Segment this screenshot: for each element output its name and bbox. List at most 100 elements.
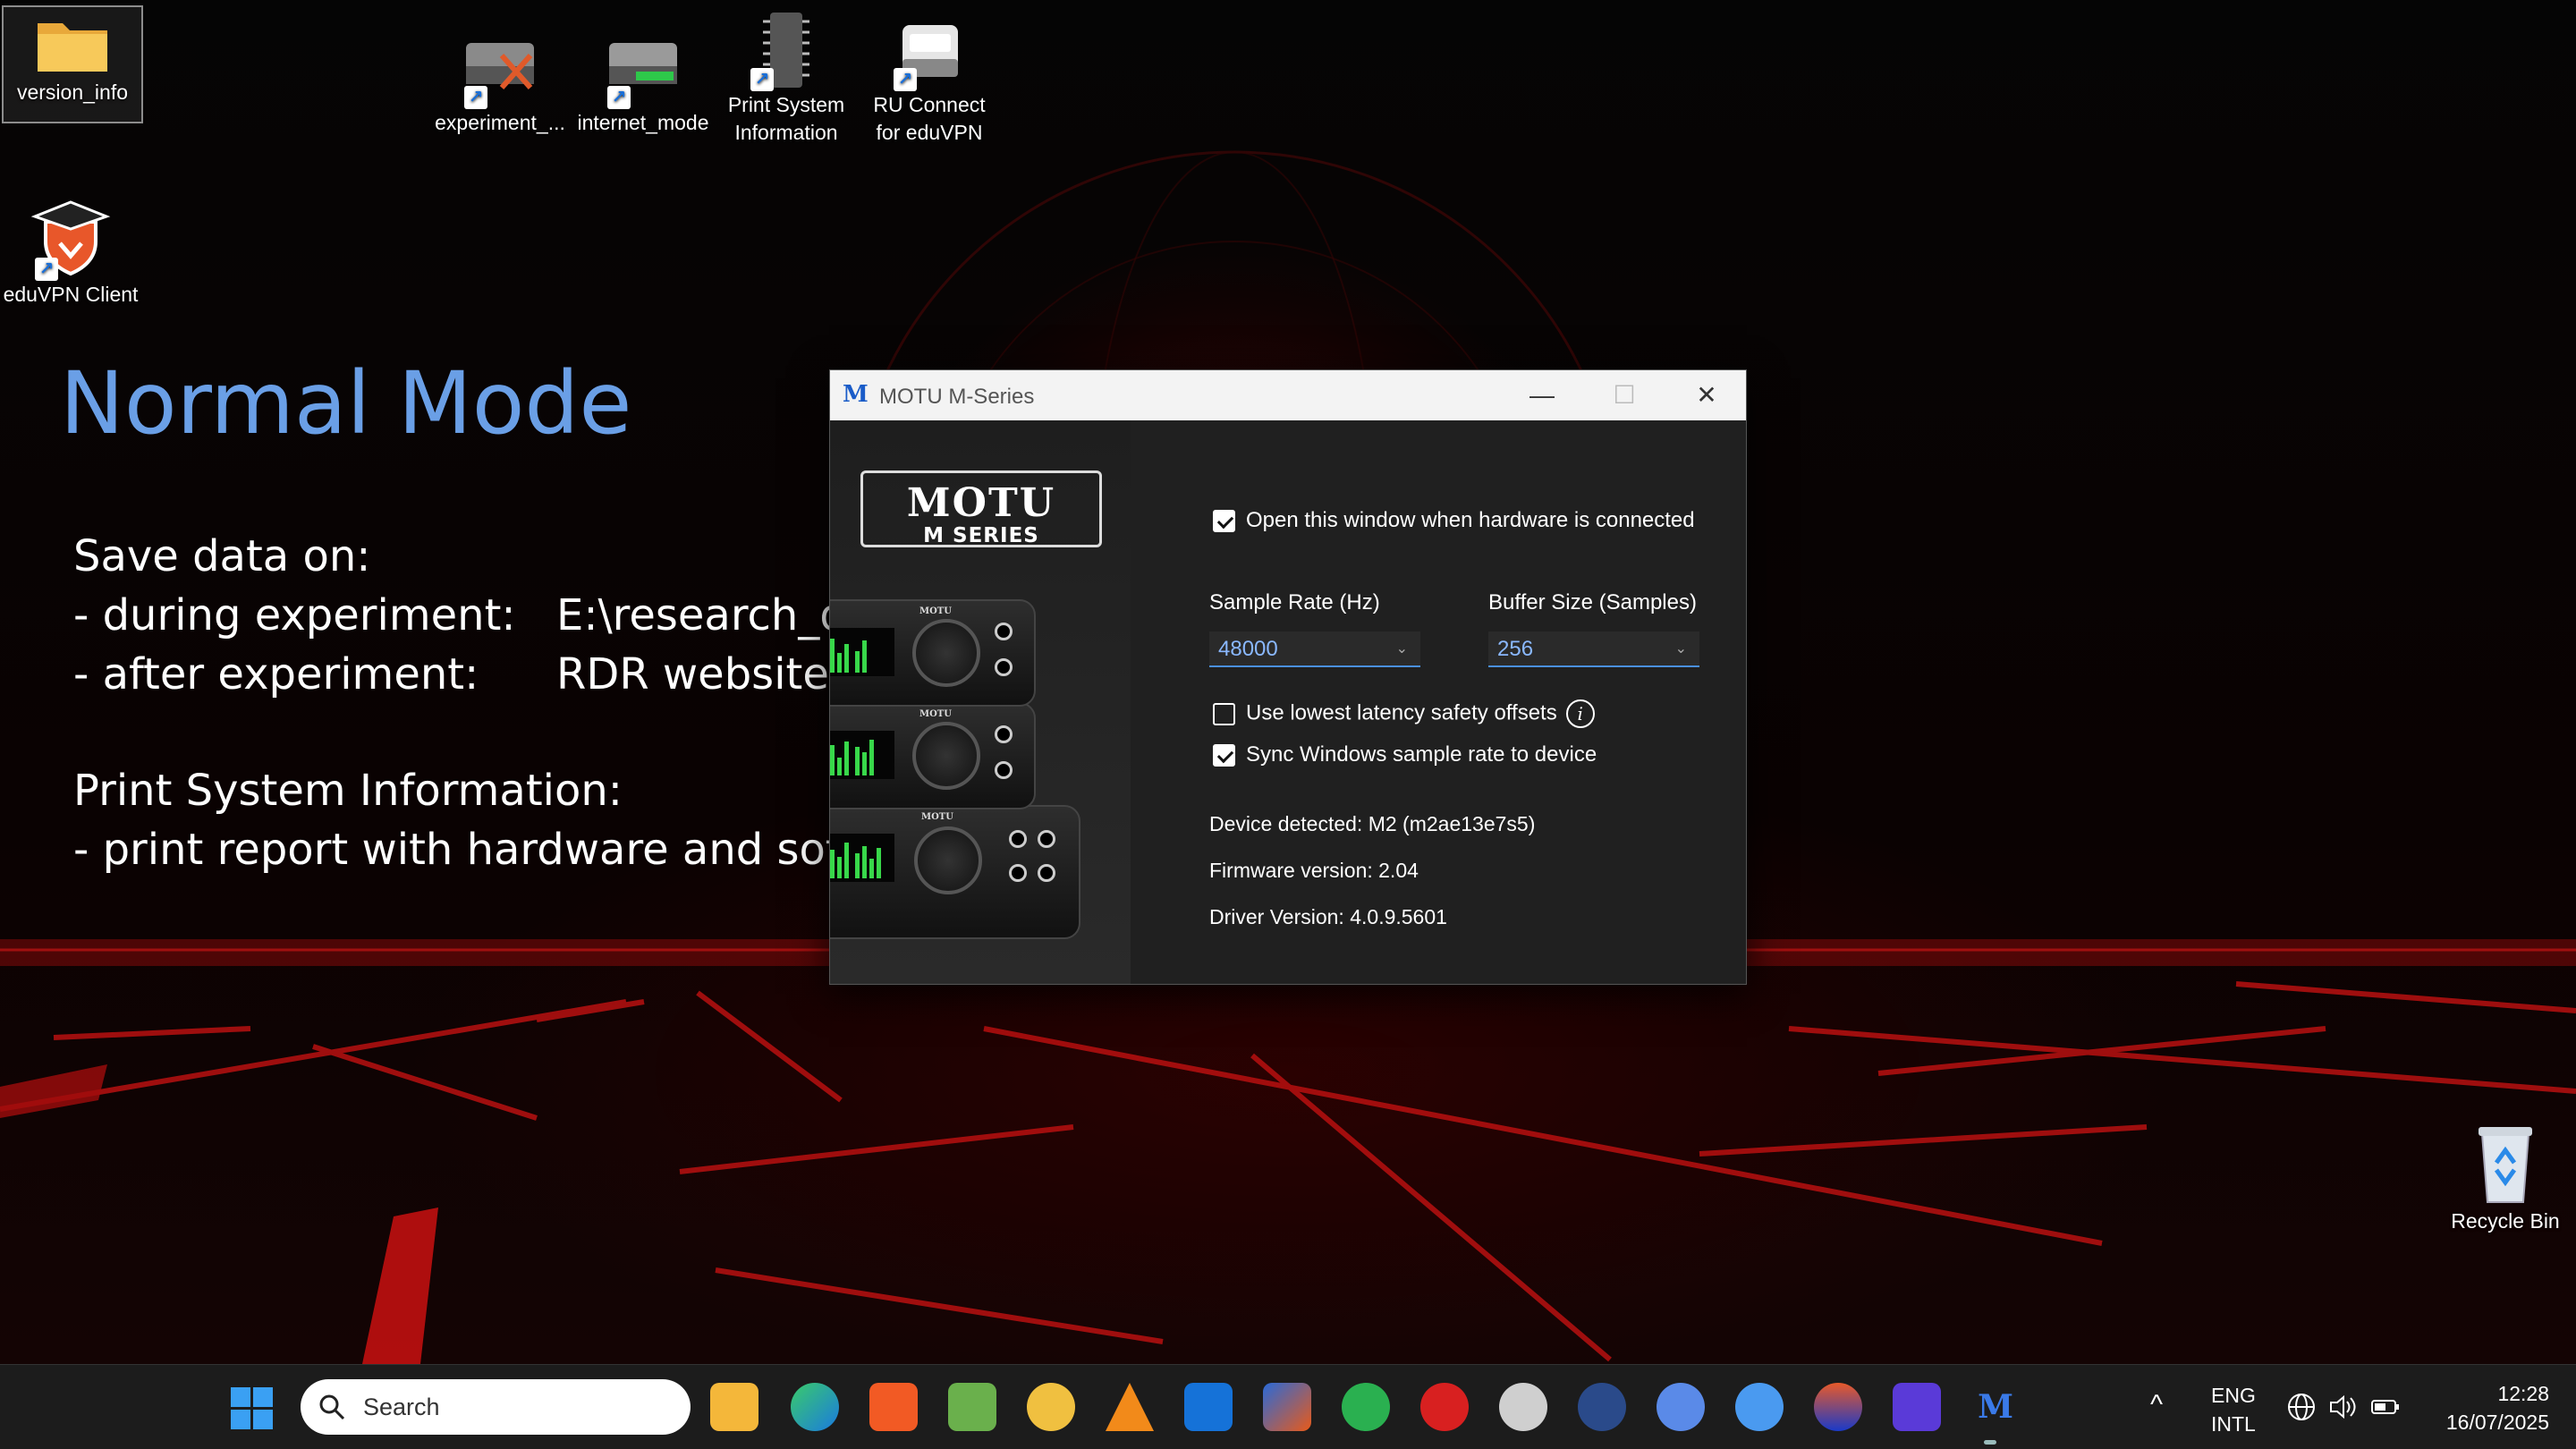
monitor-knob <box>914 826 982 894</box>
taskbar-search[interactable]: Search <box>301 1379 691 1435</box>
info-icon[interactable]: i <box>1565 699 1595 728</box>
eduvpn-shield-icon: ↗ <box>28 199 114 281</box>
windows-logo-icon <box>231 1410 250 1429</box>
audacity-icon[interactable] <box>1499 1383 1547 1431</box>
jack <box>1038 864 1055 882</box>
desktop-icon-eduvpn-client[interactable]: ↗ eduVPN Client <box>0 199 141 309</box>
file-explorer-icon[interactable] <box>710 1383 758 1431</box>
desktop-icon-recycle-bin[interactable]: Recycle Bin <box>2435 1118 2576 1235</box>
level-meters <box>830 834 894 882</box>
vlc-icon[interactable] <box>1106 1383 1154 1431</box>
outlook-icon[interactable] <box>1184 1383 1233 1431</box>
device-image-m4: MOTU <box>830 805 1080 939</box>
system-clock[interactable]: 12:28 16/07/2025 <box>2415 1379 2549 1436</box>
battery-icon[interactable] <box>2370 1392 2401 1422</box>
device-brand: MOTU <box>921 812 953 822</box>
server-disabled-icon: ↗ <box>457 27 543 109</box>
desktop-icon-print-system-information[interactable]: ↗ Print System Information <box>716 9 857 147</box>
python-icon[interactable] <box>1027 1383 1075 1431</box>
lowest-latency-label: Use lowest latency safety offsets <box>1246 700 1557 725</box>
jack <box>995 623 1013 640</box>
buffer-size-select[interactable]: 256 ⌄ <box>1488 631 1699 667</box>
volume-icon[interactable] <box>2327 1392 2358 1422</box>
desktop-icon-version-info[interactable]: version_info <box>2 5 143 123</box>
desktop-icon-label: Print System Information <box>727 93 845 144</box>
clock-time: 12:28 <box>2497 1382 2549 1405</box>
chip-icon: ↗ <box>743 9 829 91</box>
print-heading: Print System Information: <box>73 766 623 816</box>
window-titlebar[interactable]: M MOTU M-Series — ☐ ✕ <box>830 370 1746 420</box>
open-on-connect-checkbox[interactable] <box>1213 510 1235 533</box>
windows-logo-icon <box>253 1410 273 1429</box>
motu-logo: MOTU M SERIES <box>860 470 1102 547</box>
after-experiment-value: RDR website <box>556 649 829 699</box>
close-button[interactable]: ✕ <box>1665 370 1748 420</box>
search-icon <box>319 1394 345 1420</box>
vpn-icon[interactable] <box>1657 1383 1705 1431</box>
video-icon[interactable] <box>1893 1383 1941 1431</box>
jack <box>1009 830 1027 848</box>
lowest-latency-row[interactable]: Use lowest latency safety offsets i <box>1213 699 1595 728</box>
acrobat-icon[interactable] <box>1420 1383 1469 1431</box>
open-on-connect-row[interactable]: Open this window when hardware is connec… <box>1213 508 1695 533</box>
sync-windows-label: Sync Windows sample rate to device <box>1246 742 1597 767</box>
desktop-icon-label: experiment_... <box>435 111 565 134</box>
notepad-icon[interactable] <box>948 1383 996 1431</box>
eduvpn-taskbar-icon[interactable] <box>1814 1383 1862 1431</box>
sample-rate-label: Sample Rate (Hz) <box>1209 590 1380 614</box>
jack <box>1038 830 1055 848</box>
open-on-connect-label: Open this window when hardware is connec… <box>1246 508 1695 532</box>
device-brand: MOTU <box>919 606 952 616</box>
sync-windows-checkbox[interactable] <box>1213 744 1235 767</box>
connect-icon[interactable] <box>1735 1383 1784 1431</box>
level-meters <box>830 731 894 779</box>
minimize-button[interactable]: — <box>1501 370 1583 420</box>
firmware-version-text: Firmware version: 2.04 <box>1209 859 1419 882</box>
jack <box>995 658 1013 676</box>
active-app-indicator <box>1984 1440 1996 1445</box>
brave-icon[interactable] <box>869 1383 918 1431</box>
desktop-icon-internet-mode[interactable]: ↗ internet_mode <box>572 27 714 137</box>
network-globe-icon[interactable] <box>2286 1392 2317 1422</box>
buffer-size-value: 256 <box>1497 637 1534 661</box>
maximize-button[interactable]: ☐ <box>1583 370 1665 420</box>
network-icon[interactable] <box>1578 1383 1626 1431</box>
matlab-icon[interactable] <box>1263 1383 1311 1431</box>
edge-icon[interactable] <box>791 1383 839 1431</box>
shortcut-arrow-icon: ↗ <box>894 68 917 91</box>
recycle-bin-icon <box>2462 1118 2548 1208</box>
desktop-icon-experiment[interactable]: ↗ experiment_... <box>429 27 571 137</box>
logo-main-text: MOTU <box>906 480 1056 526</box>
device-image-m2: MOTU <box>830 702 1036 809</box>
desktop-icon-ru-connect[interactable]: ↗ RU Connect for eduVPN <box>859 20 1000 147</box>
desktop-icon-label: Recycle Bin <box>2451 1209 2560 1233</box>
language-line2: INTL <box>2211 1412 2256 1436</box>
save-heading: Save data on: <box>73 531 371 581</box>
sample-rate-value: 48000 <box>1218 637 1278 661</box>
sync-windows-row[interactable]: Sync Windows sample rate to device <box>1213 742 1597 767</box>
level-meters <box>830 628 894 676</box>
device-detected-text: Device detected: M2 (m2ae13e7s5) <box>1209 812 1536 835</box>
shortcut-arrow-icon: ↗ <box>35 258 58 281</box>
motu-taskbar-icon[interactable]: M <box>1971 1383 2020 1431</box>
motu-window: M MOTU M-Series — ☐ ✕ MOTU M SERIES MOTU <box>829 369 1747 985</box>
praat-icon[interactable] <box>1342 1383 1390 1431</box>
chevron-down-icon: ⌄ <box>1674 641 1687 657</box>
language-indicator[interactable]: ENG INTL <box>2211 1381 2256 1438</box>
lowest-latency-checkbox[interactable] <box>1213 702 1235 725</box>
sample-rate-select[interactable]: 48000 ⌄ <box>1209 631 1420 667</box>
show-hidden-icons-chevron-up-icon[interactable]: ^ <box>2150 1390 2163 1420</box>
monitor-knob <box>912 619 980 687</box>
logo-sub-text: M SERIES <box>923 524 1039 547</box>
device-image-m2-top: MOTU <box>830 599 1036 707</box>
search-label: Search <box>363 1394 440 1420</box>
start-button[interactable] <box>231 1387 274 1430</box>
monitor-knob <box>912 722 980 790</box>
clock-date: 16/07/2025 <box>2445 1411 2549 1434</box>
jack <box>1009 864 1027 882</box>
shortcut-arrow-icon: ↗ <box>464 86 487 109</box>
motu-app-icon: M <box>843 381 869 408</box>
desktop-icon-label: RU Connect for eduVPN <box>873 93 986 144</box>
shortcut-arrow-icon: ↗ <box>607 86 631 109</box>
windows-logo-icon <box>253 1387 273 1407</box>
